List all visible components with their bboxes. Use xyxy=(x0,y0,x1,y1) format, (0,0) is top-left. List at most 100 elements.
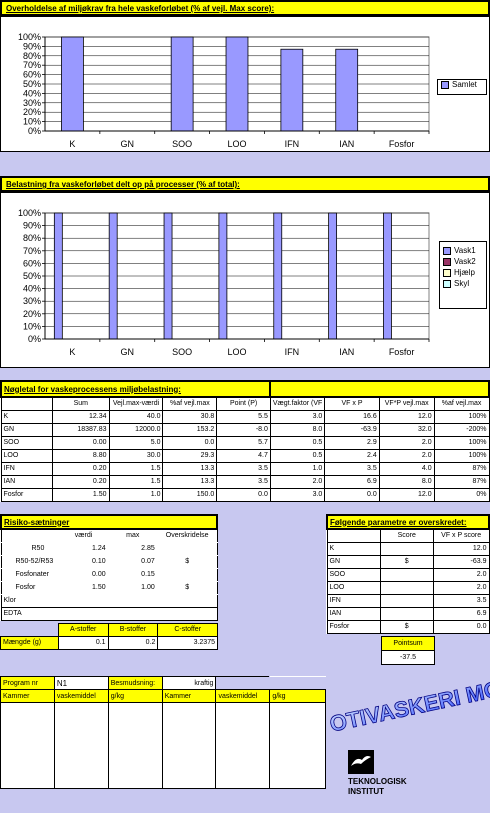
row-label: Fosfonater xyxy=(0,567,60,582)
legend-label-vask2: Vask2 xyxy=(454,257,476,266)
table-row: Fosfor 1.50 1.0 150.0 0.0 3.0 0.0 12.0 0% xyxy=(0,487,490,502)
header-cell: VF x P xyxy=(324,396,380,411)
cell-value: 5.0 xyxy=(108,435,164,450)
cell-value: 2.85 xyxy=(107,541,158,556)
cell-value: $ xyxy=(156,580,218,595)
cell-value: 4.0 xyxy=(378,461,435,476)
cell-value: 3.5 xyxy=(324,461,380,476)
cell-value: 1.5 xyxy=(108,461,164,476)
cell-value xyxy=(156,541,218,556)
x-tick-label: IAN xyxy=(339,347,354,357)
y-tick-label: 100% xyxy=(18,32,41,42)
y-tick-label: 40% xyxy=(23,88,41,98)
kammer-col-header: vaskemiddel xyxy=(53,689,109,703)
cell-value: 13.3 xyxy=(162,461,218,476)
y-tick-label: 70% xyxy=(23,60,41,70)
vaskemiddel-cell[interactable] xyxy=(215,702,271,789)
row-label: R50-52/R53 xyxy=(0,554,60,569)
bar-samlet xyxy=(170,36,194,132)
cell-value: 2.0 xyxy=(378,448,435,463)
cell-value: 0.20 xyxy=(51,474,110,489)
legend-label-skyl: Skyl xyxy=(454,279,470,288)
program-value[interactable]: N1 xyxy=(53,676,109,690)
kammer-col-header: Kammer xyxy=(0,689,55,703)
stoffer-table: A-stoffer B-stoffer C-stoffer Mængde (g)… xyxy=(0,622,218,650)
table-row: SOO 2.0 xyxy=(326,567,490,582)
header-cell xyxy=(0,396,53,411)
ti-logo-icon xyxy=(348,750,374,774)
bar-samlet xyxy=(61,36,84,132)
cell-value: 0.20 xyxy=(51,461,110,476)
kammer-col-header: vaskemiddel xyxy=(215,689,271,703)
header-cell xyxy=(326,528,381,543)
stoffer-header: A-stoffer xyxy=(57,622,109,637)
pointsum-value: -37.5 xyxy=(381,650,435,665)
row-label: IAN xyxy=(326,606,381,621)
cell-value: 2.9 xyxy=(324,435,380,450)
table-row: IFN 0.20 1.5 13.3 3.5 1.0 3.5 4.0 87% xyxy=(0,461,490,476)
kammer-row[interactable] xyxy=(0,702,326,789)
header-cell xyxy=(0,528,60,543)
y-tick-label: 50% xyxy=(23,79,41,89)
kammer-cell[interactable] xyxy=(0,702,55,789)
noegletal-table: Nøgletal for vaskeprocessens miljøbelast… xyxy=(0,380,490,502)
cell-value: 16.6 xyxy=(324,409,380,424)
bar-samlet xyxy=(280,48,304,132)
besmudsning-value[interactable]: kraftig xyxy=(161,676,217,690)
cell-value: 6.9 xyxy=(432,606,490,621)
cell-value: -63.9 xyxy=(432,554,490,569)
cell-value: 3.0 xyxy=(269,487,326,502)
cell-value: 0.0 xyxy=(216,487,271,502)
noegletal-section: Nøgletal for vaskeprocessens miljøbelast… xyxy=(0,380,490,502)
cell-value: 100% xyxy=(433,448,490,463)
table-row: LOO 8.80 30.0 29.3 4.7 0.5 2.4 2.0 100% xyxy=(0,448,490,463)
program-label: Program nr xyxy=(0,676,55,690)
y-tick-label: 30% xyxy=(23,98,41,108)
parametre-table: Følgende parametre er overskredet: Score… xyxy=(326,514,490,634)
cell-value: 0.07 xyxy=(107,554,158,569)
gkg-cell[interactable] xyxy=(269,702,326,789)
table-row: SOO 0.00 5.0 0.0 5.7 0.5 2.9 2.0 100% xyxy=(0,435,490,450)
y-tick-label: 80% xyxy=(23,51,41,61)
vaskemiddel-cell[interactable] xyxy=(53,702,109,789)
row-label: SOO xyxy=(0,435,53,450)
table-row: GN 18387.83 12000.0 153.2 -8.0 8.0 -63.9 32.0 -2… xyxy=(0,422,490,437)
chart2-legend: Vask1 Vask2 Hjælp Skyl xyxy=(439,241,487,309)
cell-value: 0.00 xyxy=(58,567,109,582)
cell-value: 2.0 xyxy=(432,567,490,582)
table-row: GN $ -63.9 xyxy=(326,554,490,569)
noegletal-header-row: Sum Vejl.max-værdi %af vejl.max Point (P… xyxy=(0,396,490,411)
cell-value: 5.5 xyxy=(216,409,271,424)
parametre-header-row: Score VF x P score xyxy=(326,528,490,543)
header-cell: Overskridelse xyxy=(156,528,218,543)
cell-value: 0.0 xyxy=(432,619,490,634)
chart2-svg: 0% 10% 20% 30% 40% 50% 60% 70% 80% 90% 100% K GN SOO L… xyxy=(18,208,430,357)
y-tick-label: 90% xyxy=(23,41,41,51)
x-tick-label: IFN xyxy=(285,347,300,357)
maengde-value-a: 0.1 xyxy=(57,635,109,650)
x-tick-label: GN xyxy=(121,347,135,357)
x-tick-label: SOO xyxy=(172,139,192,149)
risiko-title: Risiko-sætninger xyxy=(0,514,218,530)
program-spacer xyxy=(215,676,271,690)
header-cell: %af vejl.max xyxy=(433,396,490,411)
y-tick-label: 20% xyxy=(23,107,41,117)
table-row: LOO 2.0 xyxy=(326,580,490,595)
bar-vask1 xyxy=(328,212,338,340)
bar-samlet xyxy=(335,48,359,132)
header-cell: %af vejl.max xyxy=(162,396,218,411)
stoffer-header: C-stoffer xyxy=(157,622,218,637)
cell-value: $ xyxy=(156,554,218,569)
kammer-cell[interactable] xyxy=(161,702,217,789)
header-cell: Sum xyxy=(51,396,110,411)
cell-value: 30.8 xyxy=(162,409,218,424)
header-cell: Point (P) xyxy=(216,396,271,411)
cell-value: 8.0 xyxy=(378,474,435,489)
row-label: GN xyxy=(326,554,381,569)
legend-swatch-vask2 xyxy=(443,257,451,266)
gkg-cell[interactable] xyxy=(107,702,163,789)
chart2-title: Belastning fra vaskeforløbet delt op på … xyxy=(0,176,490,192)
cell-value: 13.3 xyxy=(162,474,218,489)
cell-value: 0.10 xyxy=(58,554,109,569)
cell-value: 150.0 xyxy=(162,487,218,502)
